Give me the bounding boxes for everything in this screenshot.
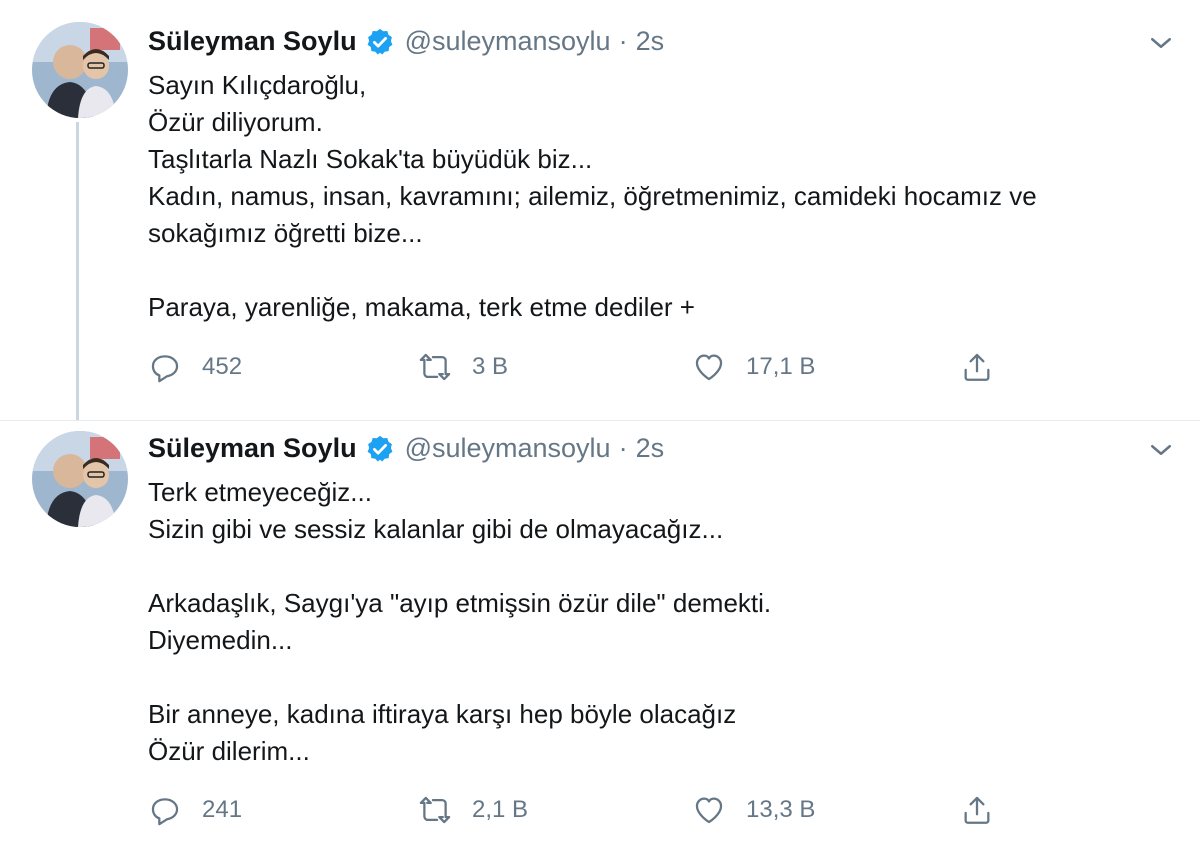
tweet-text: Terk etmeyeceğiz... Sizin gibi ve sessiz… — [148, 474, 1168, 770]
tweet-text-line: Paraya, yarenliğe, makama, terk etme ded… — [148, 292, 695, 322]
tweet-text-line — [148, 548, 1168, 585]
tweet-text-line: Sizin gibi ve sessiz kalanlar gibi de ol… — [148, 514, 724, 544]
retweet-count: 3 B — [472, 353, 509, 380]
reply-count: 241 — [202, 796, 243, 823]
timestamp[interactable]: 2s — [636, 26, 665, 57]
heart-icon — [695, 797, 723, 824]
author-handle[interactable]: @suleymansoylu — [405, 433, 611, 464]
share-icon — [964, 353, 990, 381]
reply-button[interactable]: 452 — [148, 350, 242, 384]
tweet-text-line: Bir anneye, kadına iftiraya karşı hep bö… — [148, 699, 737, 729]
retweet-icon — [419, 353, 451, 381]
tweet-text-line: Özür dilerim... — [148, 736, 310, 766]
tweet-header: Süleyman Soylu @suleymansoylu · 2s — [148, 433, 664, 464]
verified-badge-icon — [367, 28, 392, 54]
author-name[interactable]: Süleyman Soylu — [148, 26, 357, 57]
author-handle[interactable]: @suleymansoylu — [405, 26, 611, 57]
retweet-button[interactable]: 3 B — [418, 350, 508, 384]
tweet: Süleyman Soylu @suleymansoylu · 2s Terk … — [0, 420, 1200, 853]
like-count: 13,3 B — [746, 796, 816, 823]
reply-button[interactable]: 241 — [148, 793, 242, 827]
tweet-text-line: Kadın, namus, insan, kavramını; ailemiz,… — [148, 181, 1037, 211]
verified-badge-icon — [367, 435, 392, 461]
tweet-text-line — [148, 659, 1168, 696]
timestamp[interactable]: 2s — [636, 433, 665, 464]
heart-icon — [695, 354, 723, 381]
reply-count: 452 — [202, 353, 243, 380]
share-button[interactable] — [960, 793, 1014, 827]
like-button[interactable]: 13,3 B — [692, 793, 815, 827]
tweet-text-line: Sayın Kılıçdaroğlu, — [148, 70, 367, 100]
tweet-text-line: Özür diliyorum. — [148, 107, 323, 137]
separator-dot: · — [618, 433, 628, 463]
thread-connector-line — [76, 122, 79, 420]
reply-icon — [151, 798, 179, 826]
avatar[interactable] — [32, 22, 128, 118]
tweet-text-line: Arkadaşlık, Saygı'ya "ayıp etmişsin özür… — [148, 588, 772, 618]
tweet-text-line — [148, 252, 1168, 289]
tweet-text-line: Taşlıtarla Nazlı Sokak'ta büyüdük biz... — [148, 144, 593, 174]
tweet-text-line: sokağımız öğretti bize... — [148, 218, 423, 248]
tweet: Süleyman Soylu @suleymansoylu · 2s Sayın… — [0, 0, 1200, 420]
tweet-text: Sayın Kılıçdaroğlu, Özür diliyorum. Taşl… — [148, 67, 1168, 326]
tweet-actions: 241 2,1 B 13,3 B — [148, 793, 1008, 833]
retweet-button[interactable]: 2,1 B — [418, 793, 528, 827]
tweet-actions: 452 3 B 17,1 B — [148, 350, 1008, 390]
reply-icon — [151, 355, 179, 383]
like-count: 17,1 B — [746, 353, 816, 380]
share-icon — [964, 796, 990, 824]
tweet-header: Süleyman Soylu @suleymansoylu · 2s — [148, 26, 664, 57]
chevron-down-icon[interactable] — [1146, 28, 1176, 58]
author-name[interactable]: Süleyman Soylu — [148, 433, 357, 464]
tweet-text-line: Diyemedin... — [148, 625, 293, 655]
like-button[interactable]: 17,1 B — [692, 350, 815, 384]
chevron-down-icon[interactable] — [1146, 435, 1176, 465]
tweet-text-line: Terk etmeyeceğiz... — [148, 477, 372, 507]
retweet-icon — [419, 796, 451, 824]
avatar[interactable] — [32, 431, 128, 527]
share-button[interactable] — [960, 350, 1014, 384]
separator-dot: · — [618, 26, 628, 56]
retweet-count: 2,1 B — [472, 796, 529, 823]
